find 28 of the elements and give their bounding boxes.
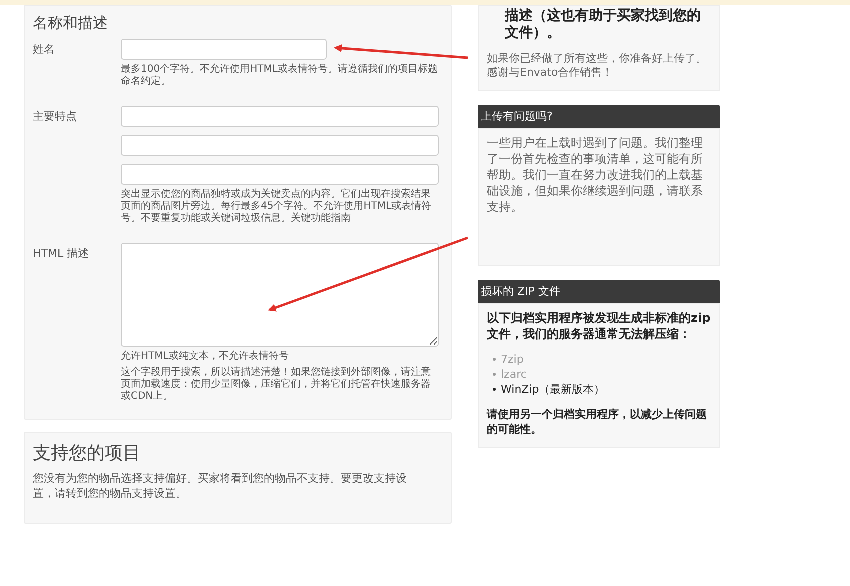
name-input-field[interactable] — [121, 39, 327, 60]
bullet-icon — [493, 388, 496, 391]
field-label: HTML 描述 — [33, 247, 90, 260]
tip-lead-text: 以下归档实用程序被发现生成非标准的zip文件，我们的服务器通常无法解压缩： — [487, 310, 711, 342]
section-title: 支持您的项目 — [33, 442, 142, 465]
tip-closing-text: 请使用另一个归档实用程序，以减少上传问题的可能性。 — [487, 407, 708, 437]
archive-list-item: 7zip — [493, 352, 711, 367]
bullet-icon — [493, 358, 496, 361]
tip-header: 损坏的 ZIP 文件 — [478, 280, 720, 303]
field-label: 姓名 — [33, 43, 55, 56]
field-hint: 允许HTML或纯文本，不允许表情符号 — [121, 351, 290, 363]
tip-header: 上传有问题吗? — [478, 105, 720, 128]
field-hint: 这个字段用于搜索，所以请描述清楚！如果您链接到外部图像，请注意页面加载速度：使用少量图像，压缩它们，并将它们托管在快速服务器或CDN上。 — [121, 367, 432, 403]
field-label: 主要特点 — [33, 110, 77, 123]
tip-text: 一些用户在上载时遇到了问题。我们整理了一份首先检查的事项清单，这可能有所帮助。我们一直在努力改进我们的上载基础设施，但如果你继续遇到问题，请联系支持。 — [487, 135, 704, 215]
tip-bold-text: 描述（这也有助于买家找到您的文件）。 — [504, 8, 702, 42]
archive-list-item: lzarc — [493, 367, 711, 382]
archive-list-item: WinZip（最新版本） — [493, 382, 711, 397]
tip-text: 如果你已经做了所有这些，你准备好上传了。感谢与Envato合作销售！ — [487, 52, 708, 80]
bullet-icon — [493, 373, 496, 376]
description-textarea[interactable] — [121, 243, 439, 347]
field-hint: 突出显示使您的商品独特或成为关键卖点的内容。它们出现在搜索结果页面的商品图片旁边。每行最多45个字符。不允许使用HTML或表情符号。不要重复功能或关键词垃圾信息。关键功能指南 — [121, 189, 433, 225]
section-title: 名称和描述 — [33, 14, 109, 33]
feature-input-field[interactable] — [121, 135, 439, 156]
support-text: 您没有为您的物品选择支持偏好。买家将看到您的物品不支持。要更改支持设置，请转到您的物品支持设置。 — [33, 471, 408, 501]
field-hint: 最多100个字符。不允许使用HTML或表情符号。请遵循我们的项目标题命名约定。 — [121, 64, 439, 88]
feature-input-field[interactable] — [121, 106, 439, 127]
feature-input-field[interactable] — [121, 164, 439, 185]
